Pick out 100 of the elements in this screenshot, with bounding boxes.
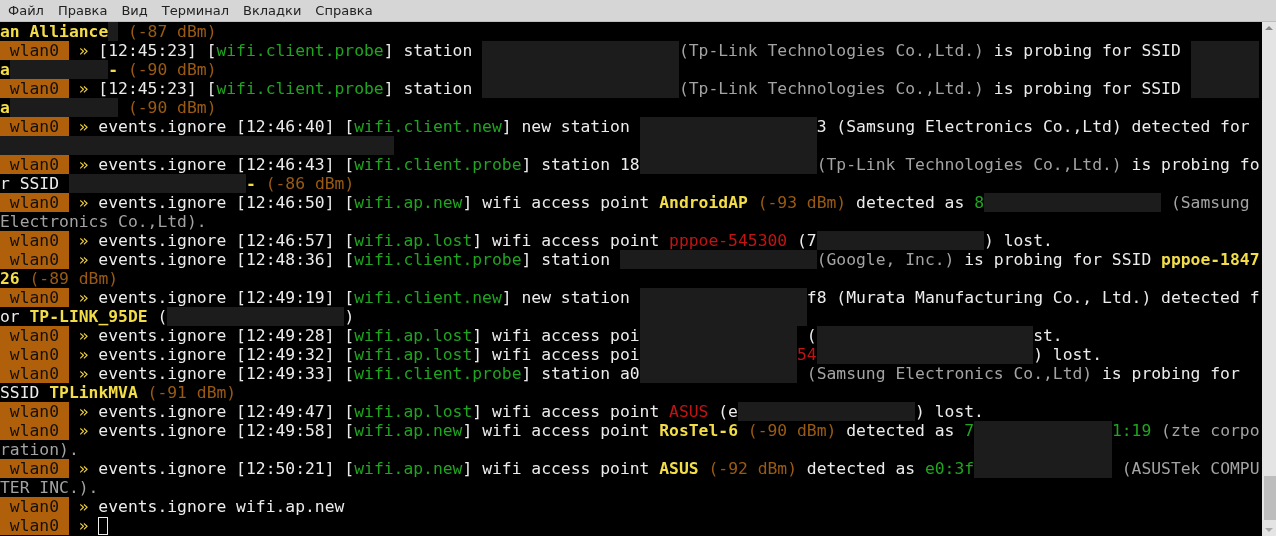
redaction-block [108,22,119,41]
event-tag: wifi.client.new [354,117,502,136]
interface-badge: wlan0 [0,288,69,307]
log-text: events.ignore [12:48:36] [ [98,250,355,269]
log-text: is probing for SSID [992,41,1182,60]
log-text: ] station [383,79,474,98]
vendor-name: (Tp-Link Technologies Co.,Ltd.) [816,155,1122,174]
scrollbar[interactable] [1262,22,1276,536]
menu-item[interactable]: Терминал [154,0,236,21]
menu-item[interactable]: Вид [114,0,155,21]
log-text: ) lost. [983,231,1053,250]
signal-strength: (-87 dBm) [126,22,217,41]
interface-badge: wlan0 [0,250,69,269]
log-text: is probing for [1101,364,1240,383]
mac-address: 7 [964,421,975,440]
event-tag: wifi.client.probe [354,364,522,383]
interface-badge: wlan0 [0,421,69,440]
signal-strength: (-92 dBm) [707,459,797,478]
menu-item[interactable]: Справка [308,0,380,21]
log-text: st. [1033,326,1063,345]
menu-item[interactable]: Вкладки [236,0,309,21]
signal-strength: (-91 dBm) [146,383,237,402]
mac-address: e0:3f [924,459,975,478]
log-text: is probing for SSID [963,250,1153,269]
prompt-arrow: » [77,231,90,250]
vendor-name: (Samsung [1169,193,1250,212]
interface-badge: wlan0 [0,117,69,136]
vendor-name: (Tp-Link Technologies Co.,Ltd.) [678,41,984,60]
log-text: ] wifi access point [462,193,651,212]
log-text: events.ignore [12:49:28] [ [98,326,355,345]
ssid-name: TP-LINK_95DE [29,307,148,326]
vendor-name: ration). [0,440,79,459]
lost-ssid: 54 [797,345,817,364]
prompt-arrow: » [77,288,90,307]
interface-badge: wlan0 [0,79,69,98]
log-text: events.ignore [12:49:33] [ [98,364,355,383]
signal-strength: (-90 dBm) [746,421,837,440]
log-text: is probing fo [1130,155,1260,174]
log-text: f8 (Murata Manufacturing Co., Ltd.) detected f [806,288,1260,307]
vendor-name: TER INC.). [0,478,99,497]
log-text: [12:45:23] [ [98,79,217,98]
event-tag: wifi.ap.new [354,421,463,440]
event-tag: wifi.ap.lost [354,345,473,364]
lost-ssid: ASUS [669,402,709,421]
log-text: ) [344,307,355,326]
interface-badge: wlan0 [0,155,69,174]
ssid-name: pppoe-1847 [1161,250,1260,269]
scrollbar-thumb[interactable] [1264,476,1276,520]
log-text: events.ignore [12:49:19] [ [98,288,355,307]
mac-address: 1:19 [1111,421,1152,440]
log-text: events.ignore [12:46:57] [ [98,231,355,250]
prompt-arrow: » [77,459,90,478]
prompt-arrow: » [77,345,90,364]
prompt-arrow: » [77,421,90,440]
log-text: ) lost. [915,402,984,421]
prompt-arrow: » [77,193,90,212]
event-tag: wifi.ap.lost [354,326,473,345]
prompt-arrow: » [77,402,90,421]
ssid-name: an Alliance [0,22,109,41]
event-tag: wifi.ap.lost [354,231,473,250]
signal-strength: (-86 dBm) [264,174,355,193]
log-text: SSID [0,383,41,402]
interface-badge: wlan0 [0,326,69,345]
log-text: ] wifi access poi [472,345,640,364]
interface-badge: wlan0 [0,364,69,383]
event-tag: wifi.client.probe [354,155,522,174]
prompt-arrow: » [77,364,90,383]
log-text: ] station a0 [521,364,640,383]
interface-badge: wlan0 [0,231,69,250]
prompt-arrow: » [77,326,90,345]
ssid-name: 26 [0,269,20,288]
prompt-arrow: » [77,250,90,269]
prompt-arrow: » [77,41,90,60]
ssid-name: AndroidAP [659,193,748,212]
signal-strength: (-89 dBm) [28,269,119,288]
log-text: ( [805,326,817,345]
event-tag: wifi.client.probe [216,41,384,60]
vendor-name: (Google, Inc.) [816,250,955,269]
menu-item[interactable]: Файл [1,0,51,21]
vendor-name: (ASUSTek COMPU [1120,459,1260,478]
event-tag: wifi.client.probe [354,250,522,269]
log-text: detected as [805,459,917,478]
log-text: ] wifi access point [472,402,661,421]
interface-badge: wlan0 [0,459,69,478]
ssid-name: TPLinkMVA [49,383,138,402]
log-text: (7 [796,231,817,250]
menu-item[interactable]: Правка [50,0,115,21]
log-text: ] wifi access point [472,231,661,250]
terminal-cursor [98,517,109,535]
ssid-name: a [0,98,10,117]
ssid-name: a [0,60,10,79]
interface-badge: wlan0 [0,41,69,60]
log-text: events.ignore [12:46:40] [ [98,117,355,136]
redaction-block [1190,41,1260,60]
log-text: ] wifi access point [462,421,651,440]
lost-ssid: pppoe-545300 [669,231,788,250]
interface-badge: wlan0 [0,345,69,364]
log-text: ] wifi access poi [472,326,640,345]
signal-strength: (-90 dBm) [126,98,217,117]
ssid-name: ASUS [659,459,699,478]
